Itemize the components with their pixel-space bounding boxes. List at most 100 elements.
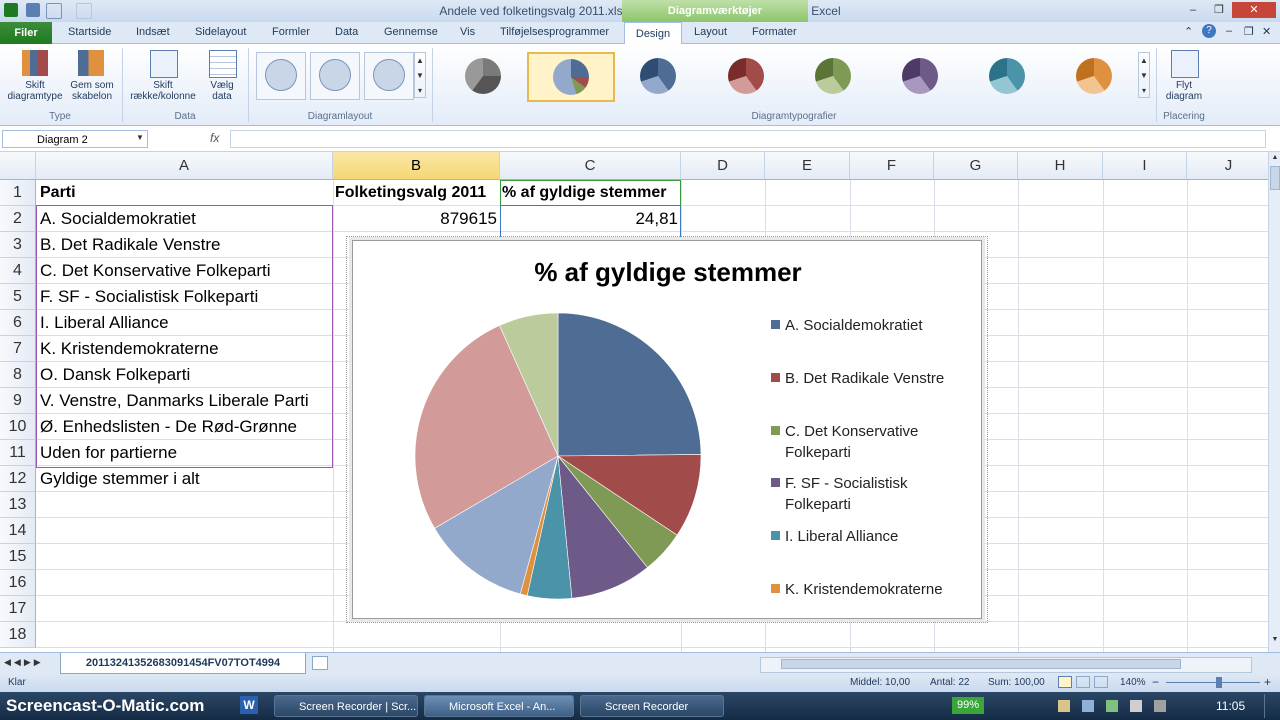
cell-b1[interactable]: Folketingsvalg 2011 <box>335 180 498 206</box>
formula-input[interactable] <box>230 130 1266 148</box>
select-data-button[interactable]: Vælg data <box>200 48 244 110</box>
zoom-out-icon[interactable]: − <box>1152 675 1159 689</box>
chart-layout-option-2[interactable] <box>310 52 360 100</box>
tab-formulas[interactable]: Formler <box>272 26 310 38</box>
legend-item-4[interactable]: F. SF - Socialistisk Folkeparti <box>771 473 976 515</box>
cell-b2[interactable]: 879615 <box>336 206 497 232</box>
tray-icon[interactable] <box>1130 700 1142 712</box>
cell-a5[interactable]: F. SF - Socialistisk Folkeparti <box>40 284 330 310</box>
cell-a3[interactable]: B. Det Radikale Venstre <box>40 232 330 258</box>
restore-button[interactable]: ❐ <box>1206 2 1232 18</box>
page-break-view-icon[interactable] <box>1094 676 1108 688</box>
row-header[interactable]: 6 <box>0 310 36 336</box>
legend-item-2[interactable]: B. Det Radikale Venstre <box>771 368 976 389</box>
zoom-level[interactable]: 140% <box>1120 677 1146 688</box>
column-header-h[interactable]: H <box>1018 152 1103 180</box>
show-desktop-button[interactable] <box>1264 694 1278 718</box>
taskbar-item-excel[interactable]: Microsoft Excel - An... <box>424 695 574 717</box>
zoom-slider[interactable] <box>1166 682 1260 683</box>
cell-c2[interactable]: 24,81 <box>502 206 678 232</box>
column-header-e[interactable]: E <box>765 152 850 180</box>
tray-icon[interactable] <box>1082 700 1094 712</box>
tray-icon[interactable] <box>1058 700 1070 712</box>
insert-function-icon[interactable]: fx <box>210 131 219 145</box>
tab-file[interactable]: Filer <box>0 22 52 44</box>
cell-c1[interactable]: % af gyldige stemmer <box>502 180 680 206</box>
cell-a10[interactable]: Ø. Enhedslisten - De Rød-Grønne <box>40 414 330 440</box>
cell-a12[interactable]: Gyldige stemmer i alt <box>40 466 330 492</box>
switch-row-column-button[interactable]: Skift række/kolonne <box>126 48 200 110</box>
chart-style-option-1[interactable] <box>440 52 526 100</box>
cell-a6[interactable]: I. Liberal Alliance <box>40 310 330 336</box>
workbook-close-icon[interactable]: ✕ <box>1262 25 1271 38</box>
cell-a8[interactable]: O. Dansk Folkeparti <box>40 362 330 388</box>
tray-icon[interactable] <box>1106 700 1118 712</box>
cell-a2[interactable]: A. Socialdemokratiet <box>40 206 330 232</box>
legend-item-3[interactable]: C. Det Konservative Folkeparti <box>771 421 976 463</box>
sheet-tab[interactable]: 20113241352683091454FV07TOT4994 <box>60 653 306 674</box>
pie-plot[interactable] <box>413 311 713 611</box>
name-box[interactable]: Diagram 2 <box>2 130 148 148</box>
insert-sheet-icon[interactable] <box>312 656 328 670</box>
row-header[interactable]: 3 <box>0 232 36 258</box>
cell-a7[interactable]: K. Kristendemokraterne <box>40 336 330 362</box>
row-header[interactable]: 11 <box>0 440 36 466</box>
row-header[interactable]: 5 <box>0 284 36 310</box>
column-header-g[interactable]: G <box>934 152 1018 180</box>
horizontal-scrollbar[interactable] <box>760 657 1252 673</box>
select-all-corner[interactable] <box>0 152 36 180</box>
chart-style-option-5[interactable] <box>790 52 876 100</box>
workbook-minimize-icon[interactable]: – <box>1226 25 1232 37</box>
tab-layout[interactable]: Layout <box>694 26 727 38</box>
row-header[interactable]: 10 <box>0 414 36 440</box>
layout-gallery-scroll[interactable]: ▲ ▼ ▾ <box>414 52 426 98</box>
row-header[interactable]: 12 <box>0 466 36 492</box>
pie-chart[interactable]: % af gyldige stemmer A. Socialdemokratie… <box>352 240 982 619</box>
column-header-a[interactable]: A <box>36 152 333 180</box>
cell-a9[interactable]: V. Venstre, Danmarks Liberale Parti <box>40 388 330 414</box>
chart-style-option-8[interactable] <box>1051 52 1137 100</box>
battery-indicator[interactable]: 99% <box>952 697 984 714</box>
vertical-scrollbar[interactable]: ▲ ▼ <box>1268 152 1280 652</box>
taskbar-clock[interactable]: 11:05 <box>1216 699 1245 713</box>
vertical-scroll-thumb[interactable] <box>1270 166 1280 190</box>
cell-a4[interactable]: C. Det Konservative Folkeparti <box>40 258 330 284</box>
scroll-down-icon[interactable]: ▼ <box>1270 636 1280 646</box>
chart-layout-option-3[interactable] <box>364 52 414 100</box>
tab-format[interactable]: Formater <box>752 26 797 38</box>
row-header[interactable]: 9 <box>0 388 36 414</box>
tab-addins[interactable]: Tilføjelsesprogrammer <box>500 26 609 38</box>
tab-home[interactable]: Startside <box>68 26 111 38</box>
chart-style-option-6[interactable] <box>877 52 963 100</box>
word-taskbar-icon[interactable]: W <box>240 696 258 714</box>
help-icon[interactable]: ? <box>1202 24 1216 38</box>
legend-item-6[interactable]: K. Kristendemokraterne <box>771 579 976 600</box>
minimize-button[interactable]: – <box>1180 2 1206 18</box>
volume-icon[interactable] <box>1154 700 1166 712</box>
row-header[interactable]: 15 <box>0 544 36 570</box>
workbook-restore-icon[interactable]: ❐ <box>1244 25 1254 38</box>
row-header[interactable]: 14 <box>0 518 36 544</box>
chart-style-option-4[interactable] <box>703 52 789 100</box>
style-gallery-scroll[interactable]: ▲ ▼ ▾ <box>1138 52 1150 98</box>
name-box-dropdown-icon[interactable]: ▼ <box>136 133 144 142</box>
row-header[interactable]: 17 <box>0 596 36 622</box>
tab-review[interactable]: Gennemse <box>384 26 438 38</box>
save-as-template-button[interactable]: Gem som skabelon <box>66 48 118 110</box>
tab-view[interactable]: Vis <box>460 26 475 38</box>
zoom-in-icon[interactable]: + <box>1264 675 1271 689</box>
chart-layout-option-1[interactable] <box>256 52 306 100</box>
zoom-slider-thumb[interactable] <box>1216 677 1222 688</box>
tab-insert[interactable]: Indsæt <box>136 26 170 38</box>
column-header-b[interactable]: B <box>333 152 500 180</box>
tab-design[interactable]: Design <box>624 22 682 46</box>
change-chart-type-button[interactable]: Skift diagramtype <box>4 48 66 110</box>
row-header[interactable]: 7 <box>0 336 36 362</box>
column-header-c[interactable]: C <box>500 152 681 180</box>
column-header-d[interactable]: D <box>681 152 765 180</box>
chart-style-option-3[interactable] <box>615 52 701 100</box>
legend-item-5[interactable]: I. Liberal Alliance <box>771 526 976 547</box>
cell-a11[interactable]: Uden for partierne <box>40 440 330 466</box>
chart-style-option-2[interactable] <box>527 52 615 102</box>
chart-style-option-7[interactable] <box>964 52 1050 100</box>
